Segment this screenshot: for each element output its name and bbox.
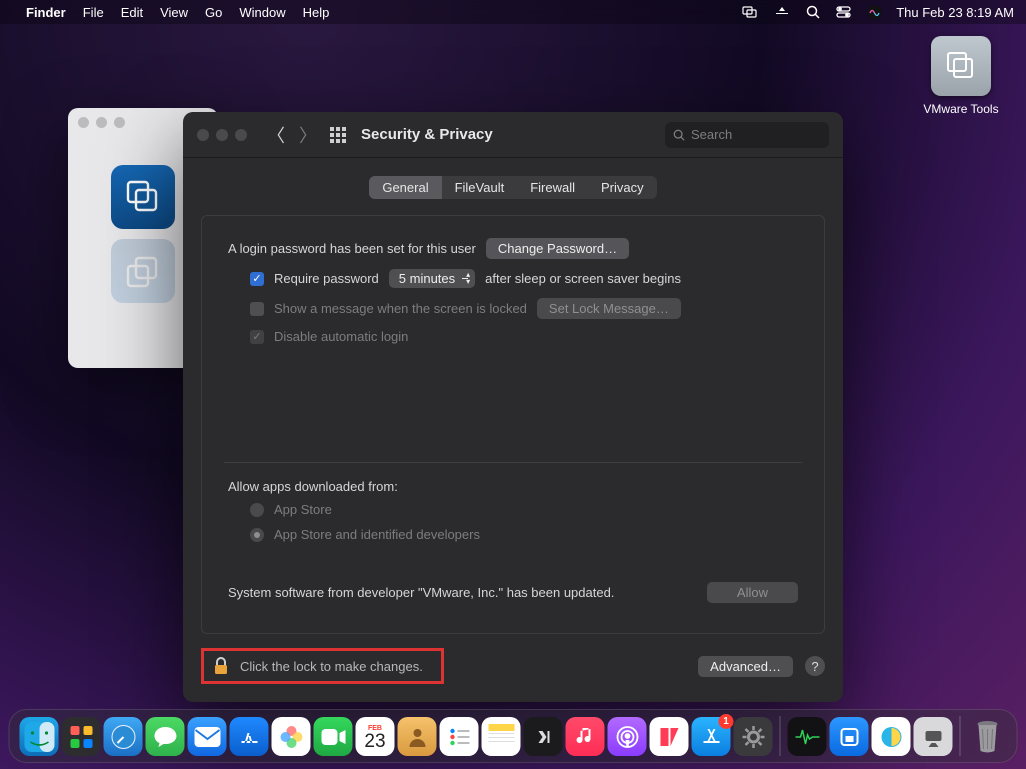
back-button[interactable]: 〈: [265, 122, 287, 148]
tab-privacy[interactable]: Privacy: [588, 176, 657, 199]
dock-activity-monitor[interactable]: [788, 717, 827, 756]
traffic-lights[interactable]: [197, 129, 247, 141]
search-icon: [673, 129, 685, 141]
dock-contacts[interactable]: [398, 717, 437, 756]
tab-firewall[interactable]: Firewall: [517, 176, 588, 199]
show-all-icon[interactable]: [329, 126, 347, 144]
after-sleep-label: after sleep or screen saver begins: [485, 271, 681, 286]
advanced-button[interactable]: Advanced…: [698, 656, 793, 677]
menu-view[interactable]: View: [160, 5, 188, 20]
allow-button: Allow: [707, 582, 798, 603]
dock-app-1[interactable]: [830, 717, 869, 756]
set-lock-message-button: Set Lock Message…: [537, 298, 681, 319]
tab-filevault[interactable]: FileVault: [442, 176, 518, 199]
require-password-label: Require password: [274, 271, 379, 286]
prefs-toolbar: 〈 〉 Security & Privacy Search: [183, 112, 843, 158]
desktop-vm-tools[interactable]: VMware Tools: [916, 36, 1006, 116]
search-placeholder: Search: [691, 127, 732, 142]
dock-music[interactable]: [566, 717, 605, 756]
control-center-icon[interactable]: [836, 6, 851, 18]
disable-autologin-checkbox: ✓: [250, 330, 264, 344]
tab-general[interactable]: General: [369, 176, 441, 199]
dock: FEB23 1: [9, 709, 1018, 763]
dock-reminders[interactable]: [440, 717, 479, 756]
menu-edit[interactable]: Edit: [121, 5, 143, 20]
dock-system-preferences[interactable]: [734, 717, 773, 756]
dock-app-store[interactable]: 1: [692, 717, 731, 756]
dock-notes[interactable]: [482, 717, 521, 756]
prefs-tabs: General FileVault Firewall Privacy: [369, 176, 656, 199]
prefs-footer: Click the lock to make changes. Advanced…: [183, 634, 843, 702]
lock-icon[interactable]: [212, 657, 230, 675]
general-panel: A login password has been set for this u…: [201, 215, 825, 634]
dock-photos[interactable]: [272, 717, 311, 756]
disable-autologin-label: Disable automatic login: [274, 329, 408, 344]
dock-trash[interactable]: [968, 717, 1007, 756]
radio-appstore: [250, 503, 264, 517]
prefs-search[interactable]: Search: [665, 122, 829, 148]
password-delay-select[interactable]: 5 minutes▴▾: [389, 269, 475, 288]
badge: 1: [719, 714, 734, 729]
login-pw-label: A login password has been set for this u…: [228, 241, 476, 256]
require-password-checkbox[interactable]: ✓: [250, 272, 264, 286]
lock-row-highlight: Click the lock to make changes.: [201, 648, 444, 684]
dock-messages[interactable]: [146, 717, 185, 756]
menu-file[interactable]: File: [83, 5, 104, 20]
system-software-label: System software from developer "VMware, …: [228, 585, 614, 600]
menu-app[interactable]: Finder: [26, 5, 66, 20]
dock-safari[interactable]: [104, 717, 143, 756]
keyboard-icon[interactable]: [774, 6, 790, 18]
vm-installer-icon[interactable]: [111, 165, 175, 229]
dock-store[interactable]: [230, 717, 269, 756]
dock-app-2[interactable]: [872, 717, 911, 756]
menu-window[interactable]: Window: [239, 5, 285, 20]
lock-text: Click the lock to make changes.: [240, 659, 423, 674]
change-password-button[interactable]: Change Password…: [486, 238, 629, 259]
prefs-title: Security & Privacy: [361, 126, 493, 143]
dock-tv[interactable]: [524, 717, 563, 756]
show-message-checkbox: [250, 302, 264, 316]
stage-manager-icon[interactable]: [742, 6, 758, 18]
dock-calendar[interactable]: FEB23: [356, 717, 395, 756]
radio-appstore-dev: [250, 528, 264, 542]
spotlight-icon[interactable]: [806, 5, 820, 19]
dock-finder[interactable]: [20, 717, 59, 756]
forward-button: 〉: [297, 122, 319, 148]
show-message-label: Show a message when the screen is locked: [274, 301, 527, 316]
help-button[interactable]: ?: [805, 656, 825, 676]
system-preferences-window: 〈 〉 Security & Privacy Search General Fi…: [183, 112, 843, 702]
dock-news[interactable]: [650, 717, 689, 756]
appstore-label: App Store: [274, 502, 332, 517]
dock-podcasts[interactable]: [608, 717, 647, 756]
menu-help[interactable]: Help: [303, 5, 330, 20]
menu-go[interactable]: Go: [205, 5, 222, 20]
dock-mail[interactable]: [188, 717, 227, 756]
dock-facetime[interactable]: [314, 717, 353, 756]
menubar: Finder File Edit View Go Window Help Thu…: [0, 0, 1026, 24]
allow-apps-label: Allow apps downloaded from:: [228, 479, 398, 494]
siri-icon[interactable]: [867, 5, 882, 20]
desktop-label: VMware Tools: [916, 102, 1006, 116]
dock-app-3[interactable]: [914, 717, 953, 756]
dock-launchpad[interactable]: [62, 717, 101, 756]
disk-icon: [931, 36, 991, 96]
menubar-clock[interactable]: Thu Feb 23 8:19 AM: [896, 5, 1014, 20]
appstore-dev-label: App Store and identified developers: [274, 527, 480, 542]
